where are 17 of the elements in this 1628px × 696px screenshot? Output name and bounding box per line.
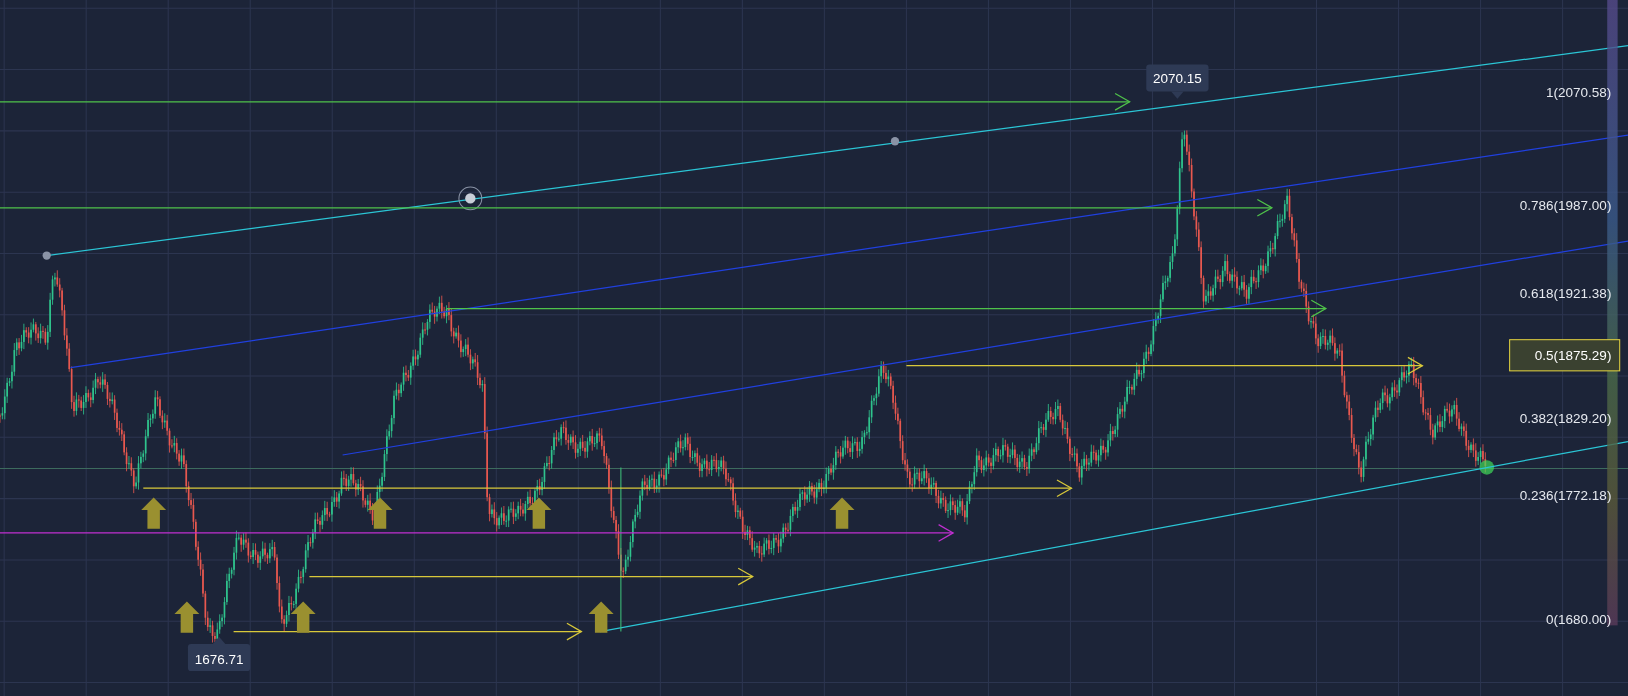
level-label: 0.618(1921.38) (1519, 286, 1612, 302)
level-label: 0(1680.00) (1546, 612, 1612, 628)
anchor-handle[interactable] (890, 137, 900, 146)
level-label: 0.382(1829.20) (1519, 410, 1612, 426)
level-label: 0.5(1875.29) (1534, 348, 1612, 364)
level-label: 0.236(1772.18) (1519, 487, 1612, 503)
up-arrow-marker (526, 497, 552, 529)
up-arrow-marker (829, 497, 855, 529)
level-label: 1(2070.58) (1546, 84, 1612, 100)
anchor-handle[interactable] (458, 186, 483, 211)
level-label: 0.786(1987.00) (1519, 197, 1612, 213)
up-arrow-marker (588, 601, 614, 633)
up-arrow-marker (141, 497, 167, 529)
up-arrow-marker (174, 601, 200, 633)
anchor-handle[interactable] (42, 251, 51, 260)
up-arrow-marker (290, 601, 316, 633)
up-arrow-marker (367, 497, 393, 529)
